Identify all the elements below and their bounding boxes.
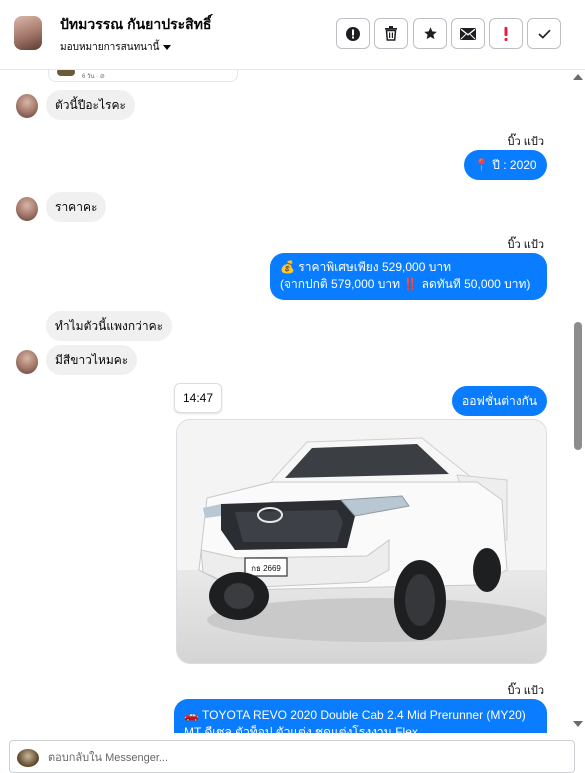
red-exclamation-icon <box>504 26 508 41</box>
shared-post-thumbnail <box>57 70 75 76</box>
shared-post-meta: 6 วัน · ⊘ <box>82 74 105 80</box>
checkmark-icon <box>537 29 551 39</box>
message-incoming[interactable]: มีสีขาวไหมคะ <box>46 345 138 375</box>
mark-done-button[interactable] <box>527 18 561 49</box>
page-avatar <box>17 749 39 767</box>
conversation-header: ปัทมวรรณ กันยาประสิทธิ์ มอบหมายการสนทนาน… <box>0 0 585 70</box>
message-outgoing[interactable]: 💰 ราคาพิเศษเพียง 529,000 บาท (จากปกติ 57… <box>270 253 547 300</box>
reply-input[interactable] <box>48 750 548 766</box>
message-text-line: 🚗 TOYOTA REVO 2020 Double Cab 2.4 Mid Pr… <box>184 708 526 722</box>
shared-post-card[interactable]: 6 วัน · ⊘ <box>48 70 238 82</box>
message-sender-name: บิ๊ว แป้ว <box>507 239 544 251</box>
delete-button[interactable] <box>374 18 408 49</box>
contact-avatar-small <box>16 197 38 221</box>
message-thread[interactable]: 6 วัน · ⊘ ตัวนี้ปีอะไรคะ บิ๊ว แป้ว 📍 ปี … <box>0 70 585 733</box>
white-pickup-truck-image: กธ 2669 <box>177 420 546 663</box>
message-incoming[interactable]: ทำไมตัวนี้แพงกว่าคะ <box>46 311 173 341</box>
messenger-inbox-window: ปัทมวรรณ กันยาประสิทธิ์ มอบหมายการสนทนาน… <box>0 0 585 773</box>
info-button[interactable] <box>336 18 370 49</box>
license-plate-text: กธ 2669 <box>251 564 281 573</box>
contact-avatar-small <box>16 350 38 374</box>
message-outgoing[interactable]: ออฟชั่นต่างกัน <box>452 386 548 416</box>
message-incoming[interactable]: ราคาคะ <box>46 192 107 222</box>
contact-avatar-small <box>16 94 38 118</box>
assign-conversation-dropdown[interactable]: มอบหมายการสนทนานี้ <box>60 40 172 55</box>
scroll-up-arrow[interactable] <box>573 74 583 80</box>
exclamation-circle-icon <box>346 26 360 41</box>
mark-unread-button[interactable] <box>451 18 485 49</box>
message-incoming[interactable]: ตัวนี้ปีอะไรคะ <box>46 90 135 120</box>
mail-icon <box>460 27 476 40</box>
mark-urgent-button[interactable] <box>489 18 523 49</box>
contact-avatar[interactable] <box>14 16 42 50</box>
star-button[interactable] <box>413 18 447 49</box>
reply-composer[interactable] <box>9 740 575 773</box>
message-text-line: 💰 ราคาพิเศษเพียง 529,000 บาท <box>280 260 451 274</box>
message-sender-name: บิ๊ว แป้ว <box>507 685 544 697</box>
message-text-line: (จากปกติ 579,000 บาท ‼️ ลดทันที 50,000 บ… <box>280 277 531 291</box>
trash-icon <box>385 26 397 41</box>
star-icon <box>423 27 437 40</box>
message-sender-name: บิ๊ว แป้ว <box>507 136 544 148</box>
message-outgoing[interactable]: 📍 ปี : 2020 <box>464 150 547 180</box>
message-outgoing[interactable]: 🚗 TOYOTA REVO 2020 Double Cab 2.4 Mid Pr… <box>174 699 547 733</box>
scroll-down-arrow[interactable] <box>573 721 583 727</box>
message-text-line: MT ดีเซล ตัวท็อป ตัวแต่ง ชุดแต่งโรงงาน F… <box>184 725 418 733</box>
message-timestamp-tooltip: 14:47 <box>174 383 222 413</box>
contact-name[interactable]: ปัทมวรรณ กันยาประสิทธิ์ <box>60 14 211 36</box>
assign-label: มอบหมายการสนทนานี้ <box>60 42 160 53</box>
car-photo-attachment[interactable]: กธ 2669 <box>176 419 547 664</box>
caret-down-icon <box>163 44 172 50</box>
scrollbar-thumb[interactable] <box>574 322 582 450</box>
